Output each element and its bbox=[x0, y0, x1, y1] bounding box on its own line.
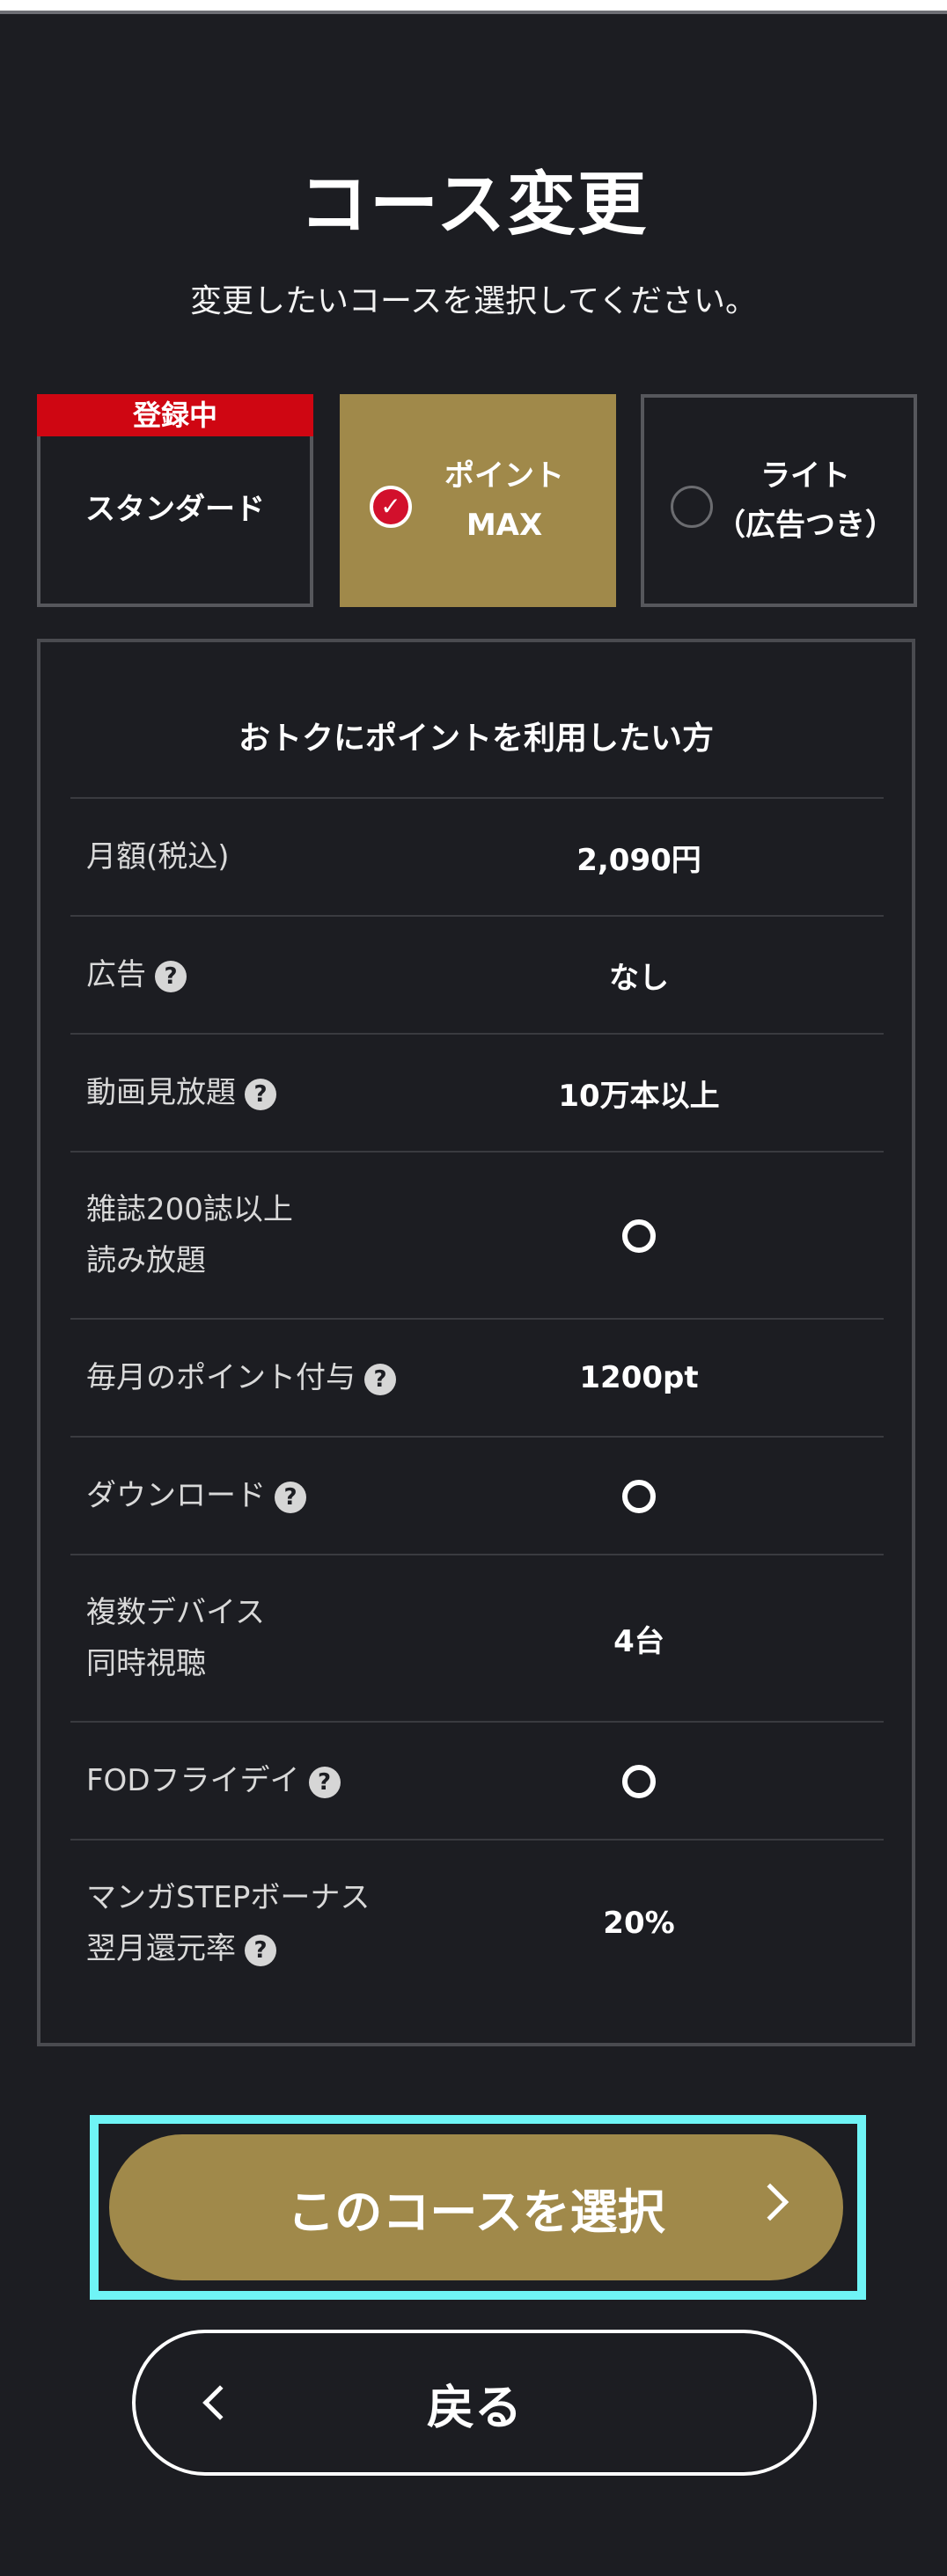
feature-value: 2,090円 bbox=[576, 842, 701, 878]
feature-label: 毎月のポイント付与 bbox=[86, 1360, 356, 1395]
feature-label: 動画見放題 bbox=[86, 1075, 236, 1110]
feature-label-line2: 翌月還元率 bbox=[86, 1931, 236, 1966]
available-circle-icon bbox=[622, 1480, 656, 1514]
available-circle-icon bbox=[622, 1765, 656, 1799]
course-label-standard: スタンダード bbox=[85, 492, 265, 527]
page-subtitle: 変更したいコースを選択してください。 bbox=[189, 283, 758, 319]
help-icon[interactable]: ? bbox=[245, 1934, 276, 1966]
chevron-right-icon bbox=[751, 2183, 789, 2221]
feature-value: 10万本以上 bbox=[558, 1078, 720, 1114]
table-row: 複数デバイス 同時視聴 4台 bbox=[70, 1554, 884, 1721]
feature-value: なし bbox=[609, 960, 669, 996]
radio-unchecked-icon bbox=[671, 486, 713, 528]
available-circle-icon bbox=[622, 1219, 656, 1254]
table-row: ダウンロード? bbox=[70, 1436, 884, 1554]
table-row: 動画見放題? 10万本以上 bbox=[70, 1033, 884, 1151]
details-heading: おトクにポイントを利用したい方 bbox=[238, 721, 714, 757]
feature-label-line2: 同時視聴 bbox=[86, 1646, 206, 1681]
course-label-point-max-line2: MAX bbox=[466, 508, 543, 543]
feature-label-line2: 読み放題 bbox=[86, 1243, 206, 1278]
feature-value: 4台 bbox=[613, 1623, 664, 1659]
table-row: 毎月のポイント付与? 1200pt bbox=[70, 1318, 884, 1436]
course-label-point-max-line1: ポイント bbox=[444, 458, 564, 494]
help-icon[interactable]: ? bbox=[245, 1078, 276, 1110]
help-icon[interactable]: ? bbox=[275, 1481, 306, 1513]
course-details-table: おトクにポイントを利用したい方 月額(税込) 2,090円 広告? なし 動画見… bbox=[37, 639, 915, 2046]
course-label-lite-line1: ライト bbox=[760, 458, 850, 494]
radio-checked-icon: ✓ bbox=[370, 486, 412, 528]
help-icon[interactable]: ? bbox=[308, 1766, 341, 1798]
feature-label-line1: 複数デバイス bbox=[86, 1595, 265, 1630]
course-option-point-max[interactable]: ✓ ポイント MAX bbox=[340, 394, 616, 607]
feature-value: 20% bbox=[603, 1906, 675, 1941]
current-plan-badge: 登録中 bbox=[37, 394, 313, 436]
table-row: マンガSTEPボーナス 翌月還元率? 20% bbox=[70, 1839, 884, 2006]
back-button[interactable]: 戻る bbox=[132, 2330, 817, 2476]
table-row: 広告? なし bbox=[70, 915, 884, 1033]
feature-label-line1: 雑誌200誌以上 bbox=[86, 1192, 293, 1227]
course-option-lite[interactable]: ライト （広告つき） bbox=[641, 394, 917, 607]
top-divider bbox=[0, 0, 947, 14]
chevron-left-icon bbox=[202, 2385, 238, 2420]
feature-label: 月額(税込) bbox=[86, 839, 230, 875]
table-row: 雑誌200誌以上 読み放題 bbox=[70, 1151, 884, 1318]
back-label: 戻る bbox=[427, 2379, 522, 2435]
help-icon[interactable]: ? bbox=[364, 1363, 396, 1395]
help-icon[interactable]: ? bbox=[155, 960, 187, 992]
feature-label: 広告 bbox=[86, 957, 146, 992]
page-title: コース変更 bbox=[298, 165, 649, 245]
select-course-button[interactable]: このコースを選択 bbox=[109, 2134, 843, 2280]
feature-label-line1: マンガSTEPボーナス bbox=[86, 1880, 371, 1915]
course-change-panel: コース変更 変更したいコースを選択してください。 登録中 スタンダード ✓ ポイ… bbox=[0, 0, 947, 2576]
table-row: 月額(税込) 2,090円 bbox=[70, 797, 884, 915]
course-option-standard[interactable]: 登録中 スタンダード bbox=[37, 394, 313, 607]
course-label-lite-line2: （広告つき） bbox=[716, 508, 895, 543]
feature-label: FODフライデイ bbox=[86, 1763, 300, 1798]
feature-label: ダウンロード bbox=[86, 1478, 266, 1513]
table-row: FODフライデイ? bbox=[70, 1721, 884, 1839]
feature-value: 1200pt bbox=[579, 1360, 699, 1395]
select-course-label: このコースを選択 bbox=[287, 2184, 665, 2240]
